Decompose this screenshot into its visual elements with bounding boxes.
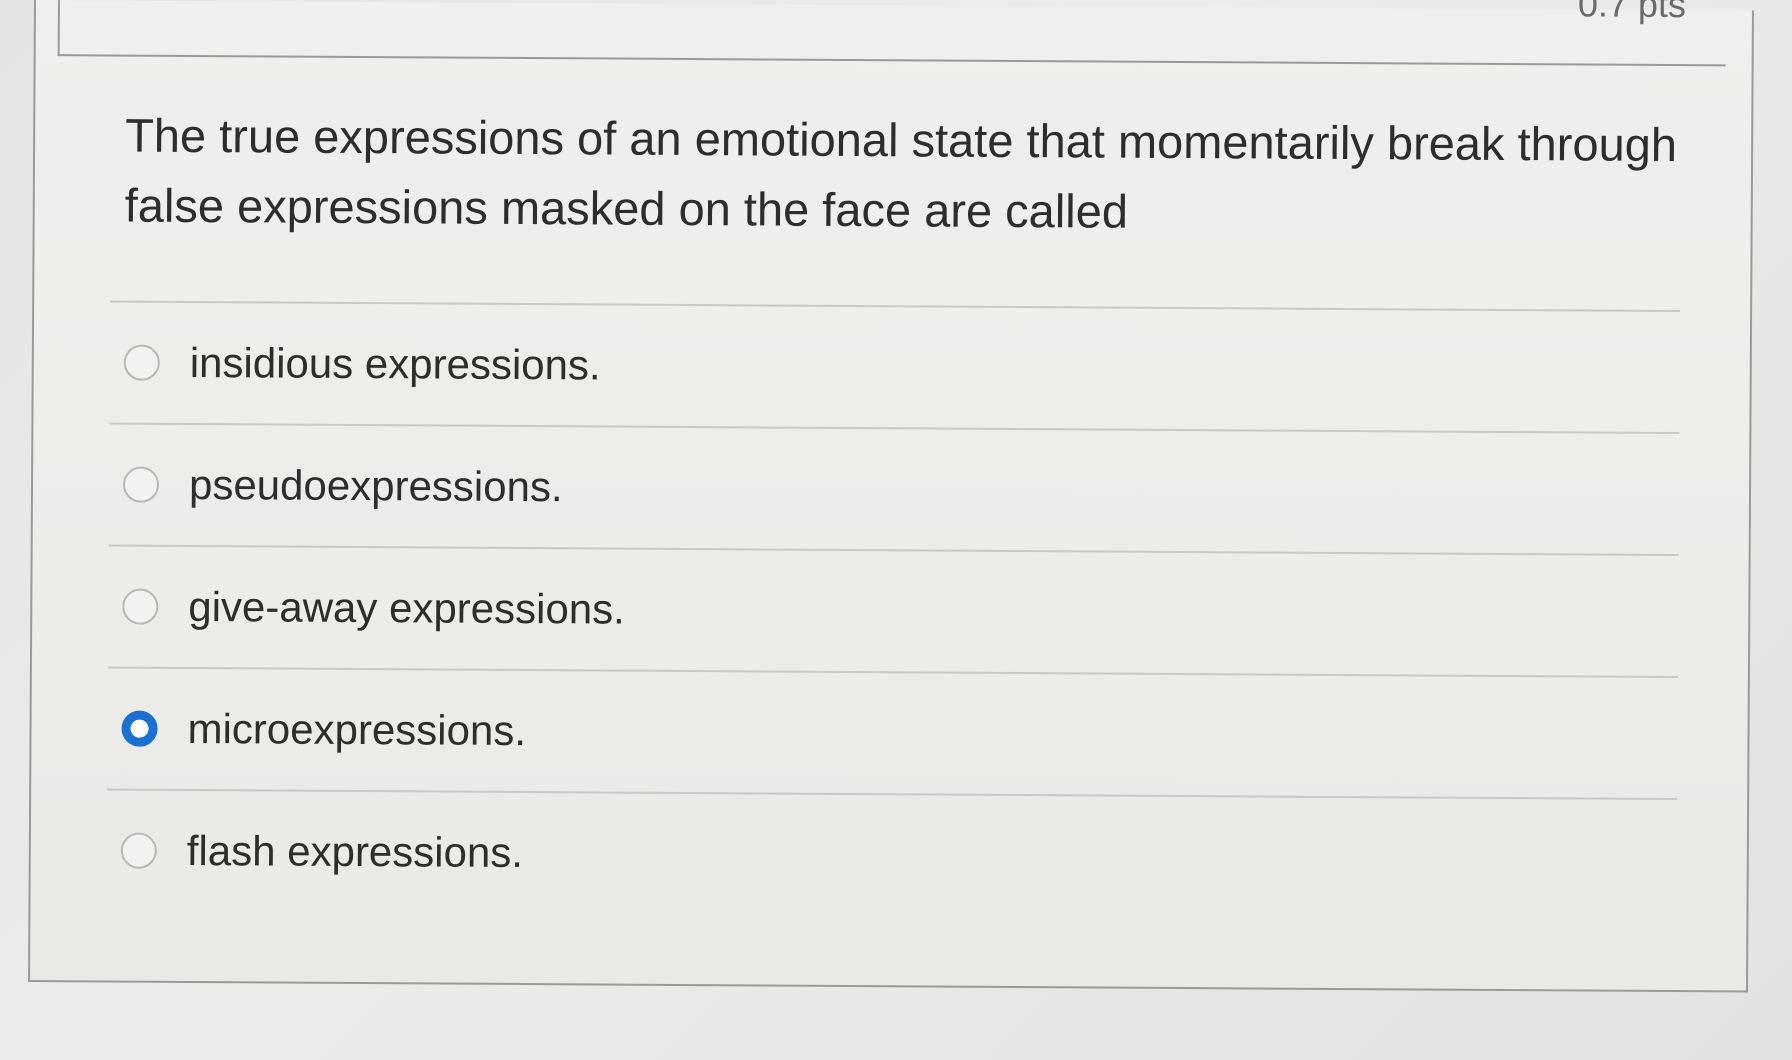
answer-option[interactable]: flash expressions. <box>106 788 1678 921</box>
answer-label[interactable]: insidious expressions. <box>190 339 601 390</box>
radio-button-icon[interactable] <box>122 466 160 503</box>
question-text: The true expressions of an emotional sta… <box>124 108 1678 238</box>
radio-button-icon[interactable] <box>120 832 157 869</box>
answer-label[interactable]: microexpressions. <box>187 705 526 755</box>
radio-button-icon[interactable] <box>122 588 159 625</box>
answer-label[interactable]: flash expressions. <box>187 827 523 877</box>
radio-button-icon[interactable] <box>123 344 160 381</box>
answer-label[interactable]: pseudoexpressions. <box>189 461 563 511</box>
answer-label[interactable]: give-away expressions. <box>188 583 625 634</box>
radio-button-selected-icon[interactable] <box>121 710 158 747</box>
answer-option[interactable]: give-away expressions. <box>107 544 1679 677</box>
answer-list: insidious expressions. pseudoexpressions… <box>106 300 1681 921</box>
points-label: 0.7 pts <box>1577 0 1687 26</box>
question-header: 0.7 pts <box>57 0 1726 67</box>
question-card: 0.7 pts The true expressions of an emoti… <box>28 0 1754 993</box>
answer-option[interactable]: insidious expressions. <box>109 300 1681 433</box>
answer-option[interactable]: pseudoexpressions. <box>108 422 1680 555</box>
answer-option[interactable]: microexpressions. <box>107 666 1678 799</box>
quiz-page: 0.7 pts The true expressions of an emoti… <box>0 0 1792 1060</box>
